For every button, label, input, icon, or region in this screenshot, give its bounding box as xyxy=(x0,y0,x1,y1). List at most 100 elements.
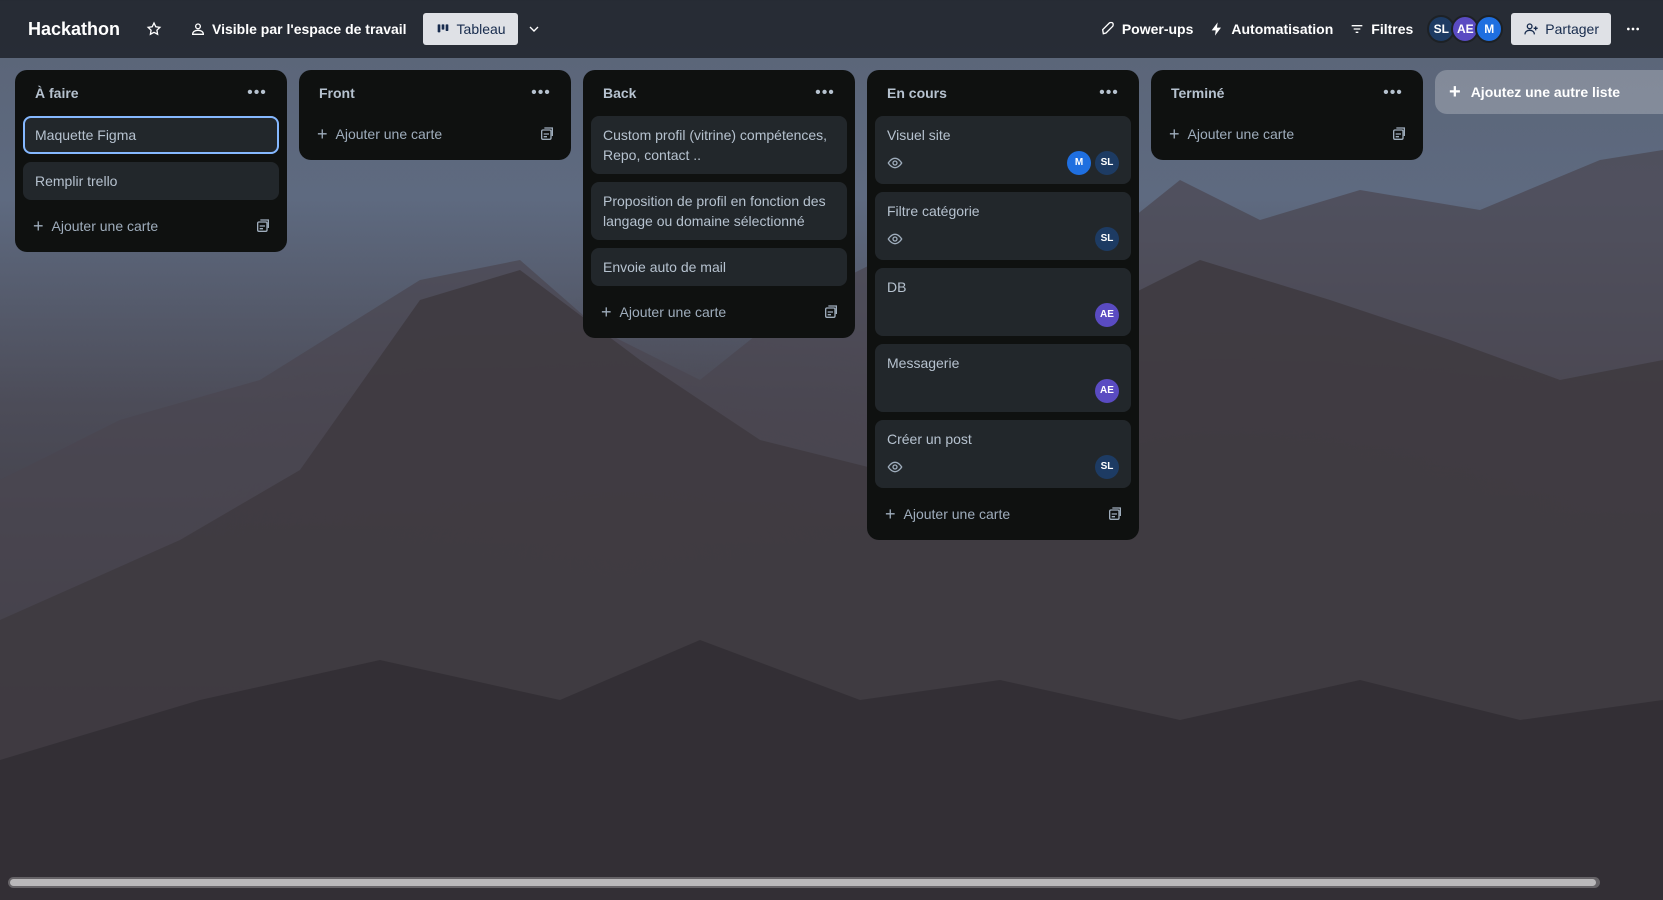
visibility-button[interactable]: Visible par l'espace de travail xyxy=(182,13,415,45)
view-tableau-button[interactable]: Tableau xyxy=(422,13,518,45)
card-title: Envoie auto de mail xyxy=(603,259,726,275)
add-card-button[interactable]: + Ajouter une carte xyxy=(33,217,158,235)
template-icon[interactable] xyxy=(1391,126,1407,142)
more-horizontal-icon: ••• xyxy=(1099,84,1119,101)
list-menu-button[interactable]: ••• xyxy=(1095,79,1123,107)
eye-icon xyxy=(887,233,903,245)
list-header: Back ••• xyxy=(591,70,847,116)
add-card-row: + Ajouter une carte xyxy=(591,294,847,330)
add-list-button[interactable]: + Ajoutez une autre liste xyxy=(1435,70,1663,114)
board-members: SL AE M xyxy=(1427,15,1504,43)
card[interactable]: Visuel site M SL xyxy=(875,116,1131,184)
view-switcher-button[interactable] xyxy=(518,13,550,45)
card[interactable]: Proposition de profil en fonction des la… xyxy=(591,182,847,240)
list-title[interactable]: À faire xyxy=(35,85,79,101)
card-badges: AE xyxy=(887,379,1119,403)
avatar[interactable]: SL xyxy=(1095,455,1119,479)
list-termine[interactable]: Terminé ••• + Ajouter une carte xyxy=(1151,70,1423,160)
list-title[interactable]: Terminé xyxy=(1171,85,1224,101)
board-menu-button[interactable] xyxy=(1617,13,1649,45)
list-title[interactable]: Back xyxy=(603,85,636,101)
filters-label: Filtres xyxy=(1371,21,1414,37)
star-icon xyxy=(146,21,162,36)
filters-button[interactable]: Filtres xyxy=(1341,13,1421,45)
list-menu-button[interactable]: ••• xyxy=(527,79,555,107)
more-horizontal-icon xyxy=(1627,27,1639,31)
card-title: DB xyxy=(887,279,907,295)
add-card-label: Ajouter une carte xyxy=(903,506,1011,522)
template-icon[interactable] xyxy=(823,304,839,320)
list-menu-button[interactable]: ••• xyxy=(243,79,271,107)
card-title: Messagerie xyxy=(887,355,960,371)
list-back[interactable]: Back ••• Custom profil (vitrine) compéte… xyxy=(583,70,855,338)
list-menu-button[interactable]: ••• xyxy=(811,79,839,107)
plus-icon: + xyxy=(885,504,896,524)
card-title: Remplir trello xyxy=(35,173,118,189)
card-title: Maquette Figma xyxy=(35,127,137,143)
powerups-label: Power-ups xyxy=(1121,21,1194,37)
add-card-button[interactable]: + Ajouter une carte xyxy=(885,505,1010,523)
add-list-label: Ajoutez une autre liste xyxy=(1470,84,1621,100)
people-icon xyxy=(192,23,205,35)
list-front[interactable]: Front ••• + Ajouter une carte xyxy=(299,70,571,160)
card[interactable]: DB AE xyxy=(875,268,1131,336)
card-badges: AE xyxy=(887,303,1119,327)
more-horizontal-icon: ••• xyxy=(247,84,267,101)
list-title[interactable]: Front xyxy=(319,85,355,101)
add-card-label: Ajouter une carte xyxy=(1187,126,1295,142)
avatar[interactable]: SL xyxy=(1095,151,1119,175)
scrollbar-thumb[interactable] xyxy=(10,879,1596,886)
plus-icon: + xyxy=(1169,124,1180,144)
add-card-row: + Ajouter une carte xyxy=(875,496,1131,532)
card-badges: SL xyxy=(887,227,1119,251)
plus-icon: + xyxy=(601,302,612,322)
add-card-label: Ajouter une carte xyxy=(335,126,443,142)
powerups-button[interactable]: Power-ups xyxy=(1092,13,1202,45)
card[interactable]: Remplir trello xyxy=(23,162,279,200)
lightning-icon xyxy=(1212,22,1222,36)
card-title: Filtre catégorie xyxy=(887,203,980,219)
board-header: Hackathon Visible par l'espace de travai… xyxy=(0,0,1663,58)
card[interactable]: Filtre catégorie SL xyxy=(875,192,1131,260)
template-icon[interactable] xyxy=(1107,506,1123,522)
rocket-icon xyxy=(1101,21,1114,35)
add-card-button[interactable]: + Ajouter une carte xyxy=(317,125,442,143)
avatar[interactable]: SL xyxy=(1095,227,1119,251)
avatar[interactable]: AE xyxy=(1095,303,1119,327)
view-label: Tableau xyxy=(456,21,506,37)
template-icon[interactable] xyxy=(255,218,271,234)
avatar[interactable]: AE xyxy=(1095,379,1119,403)
card-title: Proposition de profil en fonction des la… xyxy=(603,193,826,229)
eye-icon xyxy=(887,157,903,169)
star-button[interactable] xyxy=(140,13,168,45)
filter-icon xyxy=(1351,25,1363,33)
avatar[interactable]: M xyxy=(1067,151,1091,175)
card[interactable]: Custom profil (vitrine) compétences, Rep… xyxy=(591,116,847,174)
horizontal-scrollbar[interactable] xyxy=(8,877,1600,888)
list-menu-button[interactable]: ••• xyxy=(1379,79,1407,107)
board-title[interactable]: Hackathon xyxy=(28,19,120,40)
share-button[interactable]: Partager xyxy=(1511,13,1611,45)
avatar[interactable]: M xyxy=(1475,15,1504,43)
list-en-cours[interactable]: En cours ••• Visuel site M SL Filtre cat… xyxy=(867,70,1139,540)
card-title: Custom profil (vitrine) compétences, Rep… xyxy=(603,127,828,163)
card[interactable]: Messagerie AE xyxy=(875,344,1131,412)
board-view-icon xyxy=(437,24,448,33)
automation-button[interactable]: Automatisation xyxy=(1201,13,1341,45)
card[interactable]: Envoie auto de mail xyxy=(591,248,847,286)
list-title[interactable]: En cours xyxy=(887,85,947,101)
add-card-button[interactable]: + Ajouter une carte xyxy=(1169,125,1294,143)
automation-label: Automatisation xyxy=(1231,21,1334,37)
list-header: Terminé ••• xyxy=(1159,70,1415,116)
plus-icon: + xyxy=(1449,81,1461,103)
list-header: En cours ••• xyxy=(875,70,1131,116)
card-badges: SL xyxy=(887,455,1119,479)
template-icon[interactable] xyxy=(539,126,555,142)
card-members: SL xyxy=(1095,227,1119,251)
add-card-row: + Ajouter une carte xyxy=(23,208,279,244)
card[interactable]: Créer un post SL xyxy=(875,420,1131,488)
add-card-button[interactable]: + Ajouter une carte xyxy=(601,303,726,321)
card[interactable]: Maquette Figma xyxy=(23,116,279,154)
more-horizontal-icon: ••• xyxy=(531,84,551,101)
list-a-faire[interactable]: À faire ••• Maquette Figma Remplir trell… xyxy=(15,70,287,252)
